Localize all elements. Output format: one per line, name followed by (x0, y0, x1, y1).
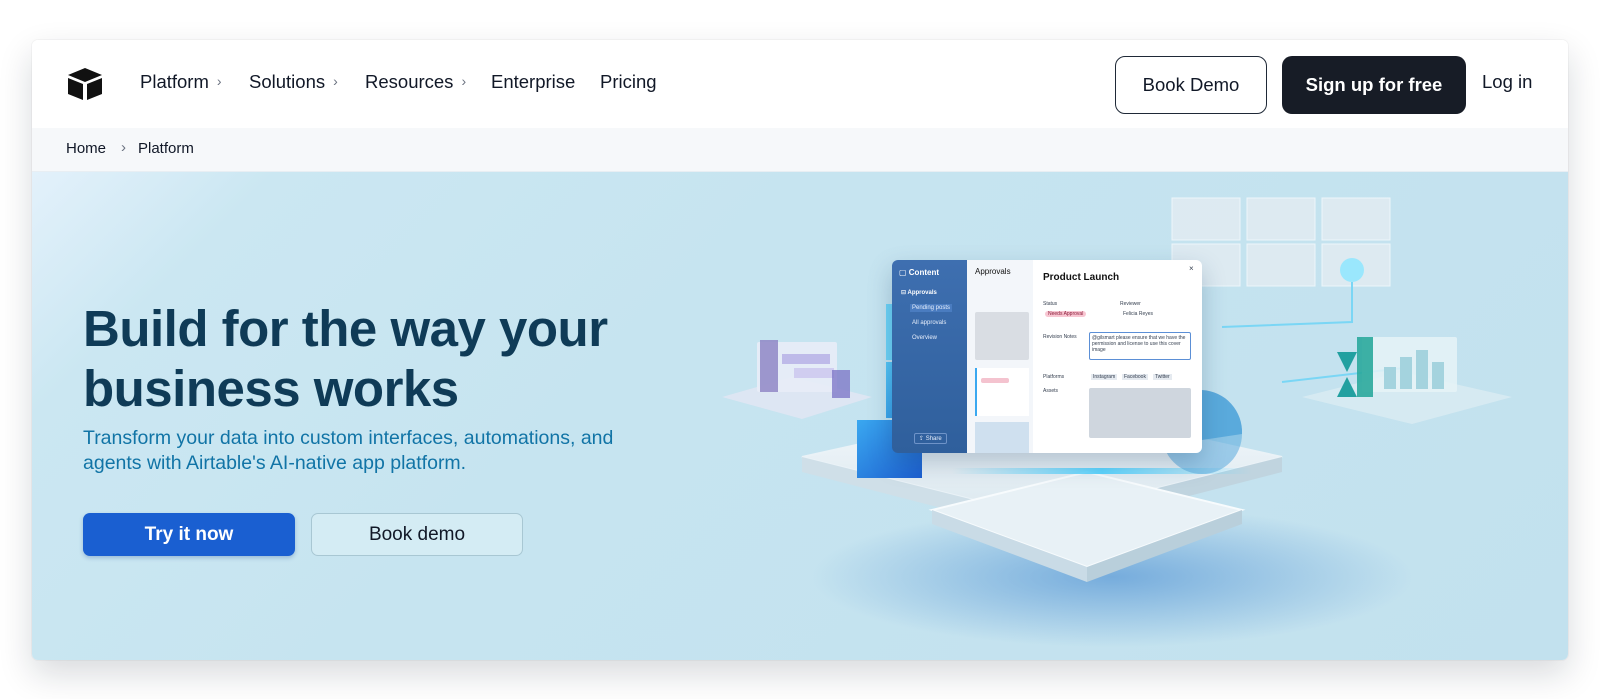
hero-subline: Transform your data into custom interfac… (83, 427, 614, 474)
airtable-logo-icon[interactable] (66, 67, 104, 101)
hero-headline: Build for the way your business works (83, 300, 608, 417)
reviewer-value: Felicia Reyes (1123, 311, 1154, 317)
breadcrumb-home[interactable]: Home (66, 140, 106, 157)
breadcrumb-platform[interactable]: Platform (138, 140, 194, 157)
book-demo-button[interactable]: Book Demo (1115, 56, 1267, 114)
field-label: Reviewer (1120, 301, 1141, 307)
field-label: Platforms (1043, 374, 1065, 380)
book-demo-secondary-button[interactable]: Book demo (311, 513, 523, 556)
nav-label: Pricing (600, 71, 657, 92)
chevron-right-icon: › (121, 139, 126, 156)
nav-item-pricing[interactable]: Pricing (600, 71, 657, 93)
list-title: Approvals (975, 267, 1011, 276)
field-label: Status (1043, 301, 1058, 307)
platform-tag: Instagram (1091, 374, 1118, 380)
notes-textarea: @gilsmart please ensure that we have the… (1089, 332, 1191, 360)
chevron-right-icon: › (461, 73, 467, 89)
nav-item-enterprise[interactable]: Enterprise (491, 71, 575, 93)
log-in-link[interactable]: Log in (1482, 71, 1532, 93)
app-list-column: Approvals (967, 260, 1033, 453)
nav-item-platform[interactable]: Platform › (140, 71, 222, 93)
chevron-right-icon: › (216, 73, 222, 89)
close-icon: × (1189, 264, 1194, 273)
hero-section: Build for the way your business works Tr… (32, 172, 1568, 660)
sidebar-item: Overview (912, 335, 938, 341)
top-nav: Platform › Solutions › Resources › Enter… (32, 40, 1568, 128)
nav-label: Platform (140, 71, 209, 92)
nav-label: Enterprise (491, 71, 576, 92)
record-title: Product Launch (1043, 272, 1120, 283)
nav-item-resources[interactable]: Resources › (365, 71, 466, 93)
list-card (975, 368, 1029, 416)
try-it-now-button[interactable]: Try it now (83, 513, 295, 556)
share-button-label: Share (925, 436, 942, 442)
field-label: Assets (1043, 388, 1059, 394)
field-label: Revision Notes (1043, 334, 1077, 340)
status-pill (981, 378, 1009, 383)
thumbnail-image (975, 312, 1029, 360)
sidebar-item: All approvals (912, 320, 947, 326)
sidebar-section: Approvals (907, 290, 937, 296)
breadcrumb: Home › Platform (32, 128, 1568, 172)
sidebar-item: Pending posts (910, 304, 953, 312)
app-window-mockup: ▢ Content ⊟ Approvals Pending posts All … (892, 260, 1202, 453)
nav-label: Resources (365, 71, 454, 92)
hero-illustration: ▢ Content ⊟ Approvals Pending posts All … (682, 172, 1568, 660)
thumbnail-image (975, 422, 1029, 453)
record-detail: Product Launch × Status Reviewer Needs A… (1033, 260, 1202, 453)
page-frame: Platform › Solutions › Resources › Enter… (32, 40, 1568, 660)
sidebar-title: Content (908, 268, 939, 277)
app-sidebar: ▢ Content ⊟ Approvals Pending posts All … (892, 260, 967, 453)
nav-item-solutions[interactable]: Solutions › (249, 71, 338, 93)
sign-up-button[interactable]: Sign up for free (1282, 56, 1466, 114)
platform-tag: Twitter (1153, 374, 1172, 380)
chevron-right-icon: › (333, 73, 338, 89)
nav-label: Solutions (249, 71, 326, 92)
status-badge: Needs Approval (1045, 311, 1087, 317)
platform-tag: Facebook (1122, 374, 1148, 380)
asset-image (1089, 388, 1191, 438)
